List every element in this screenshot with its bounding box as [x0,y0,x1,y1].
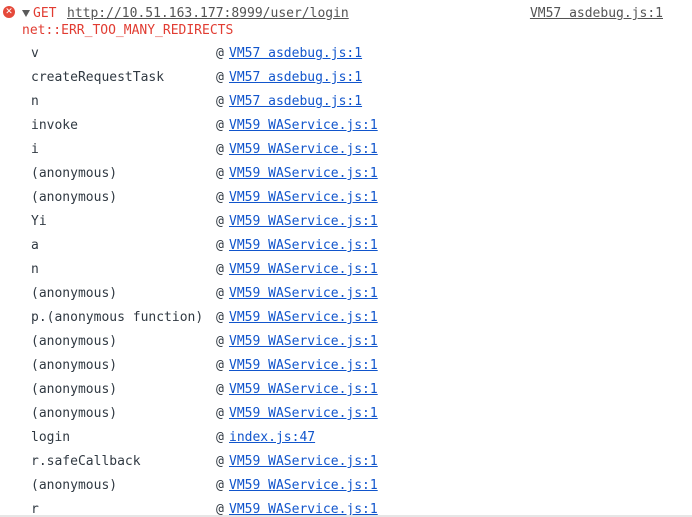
stack-frame-function: (anonymous) [31,190,118,205]
stack-frame-at: @ [216,190,224,205]
stack-frame-source-link[interactable]: VM57 asdebug.js:1 [229,66,362,90]
stack-frame-source-link[interactable]: VM59 WAService.js:1 [229,186,378,210]
stack-frame-function: (anonymous) [31,166,118,181]
stack-frame-source-link[interactable]: VM59 WAService.js:1 [229,258,378,282]
stack-frame-function: a [31,238,39,253]
stack-frame-source-link[interactable]: VM59 WAService.js:1 [229,306,378,330]
stack-frame: (anonymous) @ VM59 WAService.js:1 [0,282,692,306]
stack-frame: (anonymous) @ VM59 WAService.js:1 [0,162,692,186]
stack-frame-function: (anonymous) [31,358,118,373]
source-location-link[interactable]: VM57 asdebug.js:1 [530,4,663,24]
stack-frame-at: @ [216,334,224,349]
stack-frame-at: @ [216,238,224,253]
stack-frame: (anonymous) @ VM59 WAService.js:1 [0,474,692,498]
stack-frame: a @ VM59 WAService.js:1 [0,234,692,258]
stack-frame-at: @ [216,166,224,181]
stack-frame-at: @ [216,118,224,133]
error-message-text: net::ERR_TOO_MANY_REDIRECTS [22,23,234,38]
stack-frame: n @ VM57 asdebug.js:1 [0,90,692,114]
stack-frame-at: @ [216,454,224,469]
stack-frame-source-link[interactable]: VM59 WAService.js:1 [229,162,378,186]
stack-frame-function: Yi [31,214,47,229]
stack-frame: i @ VM59 WAService.js:1 [0,138,692,162]
stack-frame-function: (anonymous) [31,478,118,493]
console-panel: ✕ GET http://10.51.163.177:8999/user/log… [0,0,692,517]
stack-frame-source-link[interactable]: VM59 WAService.js:1 [229,210,378,234]
stack-frame: Yi @ VM59 WAService.js:1 [0,210,692,234]
stack-trace: v @ VM57 asdebug.js:1 createRequestTask @ VM5… [0,42,692,517]
stack-frame-source-link[interactable]: VM59 WAService.js:1 [229,138,378,162]
stack-frame-source-link[interactable]: VM57 asdebug.js:1 [229,90,362,114]
stack-frame: (anonymous) @ VM59 WAService.js:1 [0,378,692,402]
stack-frame-function: createRequestTask [31,70,165,85]
stack-frame-at: @ [216,478,224,493]
stack-frame-at: @ [216,142,224,157]
stack-frame-function: r.safeCallback [31,454,141,469]
stack-frame-function: (anonymous) [31,334,118,349]
stack-frame-function: v [31,46,39,61]
stack-frame-source-link[interactable]: VM59 WAService.js:1 [229,330,378,354]
stack-frame-source-link[interactable]: VM59 WAService.js:1 [229,474,378,498]
stack-frame-at: @ [216,286,224,301]
stack-frame-at: @ [216,358,224,373]
stack-frame-function: (anonymous) [31,382,118,397]
stack-frame-function: n [31,262,39,277]
stack-frame-function: (anonymous) [31,286,118,301]
stack-frame-source-link[interactable]: VM59 WAService.js:1 [229,282,378,306]
stack-frame: r.safeCallback @ VM59 WAService.js:1 [0,450,692,474]
error-circle-icon: ✕ [3,6,15,18]
stack-frame-source-link[interactable]: index.js:47 [229,426,315,450]
stack-frame-source-link[interactable]: VM57 asdebug.js:1 [229,42,362,66]
stack-frame: v @ VM57 asdebug.js:1 [0,42,692,66]
stack-frame-function: i [31,142,39,157]
stack-frame: invoke @ VM59 WAService.js:1 [0,114,692,138]
stack-frame-at: @ [216,310,224,325]
stack-frame-function: (anonymous) [31,406,118,421]
stack-frame-source-link[interactable]: VM59 WAService.js:1 [229,234,378,258]
expand-triangle-icon[interactable] [22,10,30,17]
stack-frame: (anonymous) @ VM59 WAService.js:1 [0,354,692,378]
stack-frame: createRequestTask @ VM57 asdebug.js:1 [0,66,692,90]
stack-frame-at: @ [216,46,224,61]
stack-frame-source-link[interactable]: VM59 WAService.js:1 [229,450,378,474]
stack-frame-at: @ [216,262,224,277]
stack-frame-at: @ [216,214,224,229]
stack-frame: (anonymous) @ VM59 WAService.js:1 [0,330,692,354]
stack-frame: n @ VM59 WAService.js:1 [0,258,692,282]
stack-frame: (anonymous) @ VM59 WAService.js:1 [0,402,692,426]
stack-frame: login @ index.js:47 [0,426,692,450]
stack-frame-function: n [31,94,39,109]
stack-frame-function: login [31,430,71,445]
stack-frame: p.(anonymous function) @ VM59 WAService.js… [0,306,692,330]
stack-frame-source-link[interactable]: VM59 WAService.js:1 [229,402,378,426]
stack-frame-at: @ [216,406,224,421]
stack-frame-function: p.(anonymous function) [31,310,204,325]
stack-frame-at: @ [216,430,224,445]
stack-frame-at: @ [216,70,224,85]
stack-frame-source-link[interactable]: VM59 WAService.js:1 [229,378,378,402]
stack-frame-function: invoke [31,118,78,133]
stack-frame-at: @ [216,94,224,109]
stack-frame: (anonymous) @ VM59 WAService.js:1 [0,186,692,210]
stack-frame-source-link[interactable]: VM59 WAService.js:1 [229,354,378,378]
stack-frame-source-link[interactable]: VM59 WAService.js:1 [229,114,378,138]
stack-frame-at: @ [216,382,224,397]
